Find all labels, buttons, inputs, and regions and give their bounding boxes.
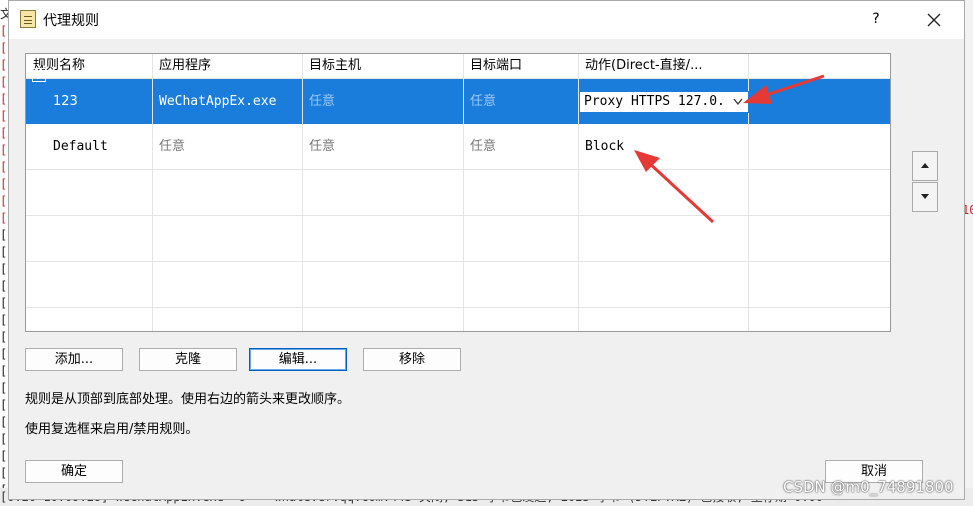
add-rule-button[interactable]: 添加... bbox=[25, 348, 123, 371]
move-up-button[interactable] bbox=[912, 151, 938, 181]
cell-application[interactable]: WeChatAppEx.exe bbox=[152, 79, 302, 124]
chevron-down-icon bbox=[733, 98, 743, 106]
order-hint-text: 规则是从顶部到底部处理。使用右边的箭头来更改顺序。 bbox=[25, 392, 351, 407]
column-header-action[interactable]: 动作(Direct-直接/... bbox=[578, 54, 748, 78]
cell-target-host[interactable]: 任意 bbox=[302, 124, 463, 169]
action-dropdown[interactable]: Proxy HTTPS 127.0. bbox=[579, 91, 749, 113]
cell-target-host[interactable]: 任意 bbox=[302, 79, 463, 124]
triangle-up-icon bbox=[921, 163, 929, 168]
cell-target-port[interactable]: 任意 bbox=[463, 124, 578, 169]
rule-enable-checkbox[interactable] bbox=[32, 68, 46, 82]
cell-application[interactable]: 任意 bbox=[152, 124, 302, 169]
help-button[interactable]: ? bbox=[864, 7, 888, 31]
remove-rule-button[interactable]: 移除 bbox=[363, 348, 461, 371]
watermark-text: CSDN @m0_74891800 bbox=[783, 478, 954, 496]
clone-rule-button[interactable]: 克隆 bbox=[139, 348, 237, 371]
cell-rule-name[interactable]: 123 bbox=[46, 79, 152, 124]
cell-target-port[interactable]: 任意 bbox=[463, 79, 578, 124]
ok-button[interactable]: 确定 bbox=[25, 460, 123, 483]
edit-rule-button[interactable]: 编辑... bbox=[249, 348, 347, 371]
title-bar: 代理规则 ? bbox=[9, 1, 964, 39]
checkmark-icon bbox=[34, 71, 44, 80]
column-header-target-port[interactable]: 目标端口 bbox=[463, 54, 578, 78]
proxy-rules-dialog: 代理规则 ? 规则名称 应用程序 目标主机 目标端口 动作(Direct-直接/… bbox=[8, 0, 965, 500]
rules-list-icon bbox=[20, 10, 36, 28]
column-header-target-host[interactable]: 目标主机 bbox=[302, 54, 463, 78]
close-icon bbox=[927, 13, 941, 27]
action-dropdown-value: Proxy HTTPS 127.0. bbox=[584, 94, 725, 109]
checkbox-hint-text: 使用复选框来启用/禁用规则。 bbox=[25, 422, 199, 437]
column-header-application[interactable]: 应用程序 bbox=[152, 54, 302, 78]
cell-action[interactable]: Block bbox=[578, 124, 748, 169]
dialog-title: 代理规则 bbox=[43, 13, 99, 29]
rules-table: 规则名称 应用程序 目标主机 目标端口 动作(Direct-直接/... 123… bbox=[25, 53, 891, 332]
move-down-button[interactable] bbox=[912, 182, 938, 212]
cell-rule-name[interactable]: Default bbox=[46, 124, 152, 169]
close-button[interactable] bbox=[921, 7, 947, 33]
triangle-down-icon bbox=[921, 194, 929, 199]
